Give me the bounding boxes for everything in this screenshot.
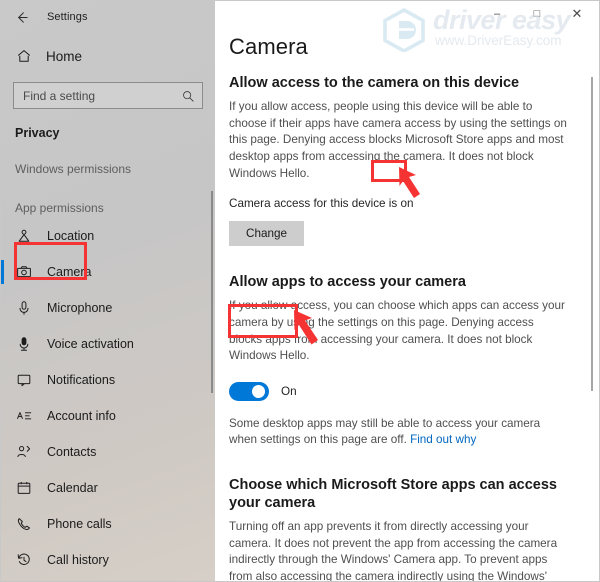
allow-apps-description: If you allow access, you can choose whic… <box>229 299 565 363</box>
device-access-description: If you allow access, people using this d… <box>229 100 567 180</box>
allow-apps-section: Allow apps to access your camera If you … <box>229 273 573 449</box>
device-access-section: Allow access to the camera on this devic… <box>229 74 573 247</box>
search-icon[interactable] <box>181 89 194 102</box>
sidebar-item-label: Location <box>47 229 95 243</box>
toggle-knob <box>252 384 265 398</box>
sidebar-item-home[interactable]: Home <box>1 39 215 73</box>
camera-icon <box>15 263 33 281</box>
sidebar-item-contacts[interactable]: Contacts <box>1 437 215 467</box>
device-access-heading: Allow access to the camera on this devic… <box>229 75 520 91</box>
search-box[interactable] <box>13 82 203 109</box>
contacts-icon <box>15 443 33 461</box>
allow-apps-heading: Allow apps to access your camera <box>229 274 466 291</box>
sidebar-item-call-history[interactable]: Call history <box>1 545 215 575</box>
app-title: Settings <box>47 11 88 23</box>
find-out-why-link[interactable]: Find out why <box>410 433 476 446</box>
sidebar-item-label: Calendar <box>47 481 98 495</box>
store-apps-section: Choose which Microsoft Store apps can ac… <box>229 476 573 581</box>
sidebar-item-label: Camera <box>47 265 92 279</box>
home-label: Home <box>46 48 83 64</box>
sidebar-item-label: Voice activation <box>47 337 134 351</box>
allow-apps-toggle[interactable] <box>229 381 269 401</box>
calendar-icon <box>15 479 33 497</box>
sidebar-item-label: Call history <box>47 553 109 567</box>
search-input[interactable] <box>23 88 181 103</box>
microphone-icon <box>15 299 33 317</box>
phone-icon <box>15 515 33 533</box>
sidebar-titlebar: Settings <box>1 1 215 33</box>
location-icon <box>15 227 33 245</box>
device-access-status-prefix: Camera access for this device is <box>229 197 401 211</box>
desktop-apps-note-text: Some desktop apps may still be able to a… <box>229 416 541 447</box>
maximize-button[interactable]: □ <box>517 1 557 27</box>
sidebar-item-account-info[interactable]: Account info <box>1 401 215 431</box>
sidebar-scrollbar[interactable] <box>211 191 213 393</box>
window-controls: – □ ✕ <box>215 1 599 33</box>
sidebar-item-label: Contacts <box>47 445 97 459</box>
sidebar-group-windows-permissions: Windows permissions <box>15 162 132 176</box>
sidebar-item-phone-calls[interactable]: Phone calls <box>1 509 215 539</box>
sidebar-item-calendar[interactable]: Calendar <box>1 473 215 503</box>
minimize-button[interactable]: – <box>477 1 517 27</box>
desktop-apps-note: Some desktop apps may still be able to a… <box>229 416 569 449</box>
home-icon <box>15 48 32 65</box>
content-inner: Camera Allow access to the camera on thi… <box>215 34 599 581</box>
sidebar-item-label: Phone calls <box>47 517 112 531</box>
back-arrow-icon[interactable] <box>13 9 29 25</box>
sidebar-section-title: Privacy <box>15 126 60 140</box>
account-info-icon <box>15 407 33 425</box>
device-access-status: Camera access for this device is on <box>229 197 414 210</box>
sidebar-group-app-permissions: App permissions <box>15 201 104 215</box>
sidebar-item-notifications[interactable]: Notifications <box>1 365 215 395</box>
notifications-icon <box>15 371 33 389</box>
page-title: Camera <box>229 34 308 59</box>
sidebar-item-label: Account info <box>47 409 116 423</box>
sidebar-item-camera[interactable]: Camera <box>1 257 215 287</box>
call-history-icon <box>15 551 33 569</box>
sidebar-item-voice-activation[interactable]: Voice activation <box>1 329 215 359</box>
change-button[interactable]: Change <box>229 221 304 247</box>
store-apps-description: Turning off an app prevents it from dire… <box>229 520 558 581</box>
device-access-status-value: on <box>400 197 414 211</box>
store-apps-heading: Choose which Microsoft Store apps can ac… <box>229 476 557 512</box>
sidebar: Settings Home Privacy Windows permission… <box>1 1 215 581</box>
allow-apps-toggle-row[interactable]: On <box>229 381 297 401</box>
sidebar-item-label: Microphone <box>47 301 113 315</box>
sidebar-item-microphone[interactable]: Microphone <box>1 293 215 323</box>
voice-activation-icon <box>15 335 33 353</box>
allow-apps-toggle-state: On <box>281 384 297 398</box>
close-button[interactable]: ✕ <box>557 1 597 27</box>
sidebar-item-label: Notifications <box>47 373 116 387</box>
sidebar-item-location[interactable]: Location <box>1 221 215 251</box>
main-content: – □ ✕ Camera Allow access to the camera … <box>215 1 599 581</box>
settings-window: Settings Home Privacy Windows permission… <box>0 0 600 582</box>
content-scrollbar[interactable] <box>591 77 593 391</box>
